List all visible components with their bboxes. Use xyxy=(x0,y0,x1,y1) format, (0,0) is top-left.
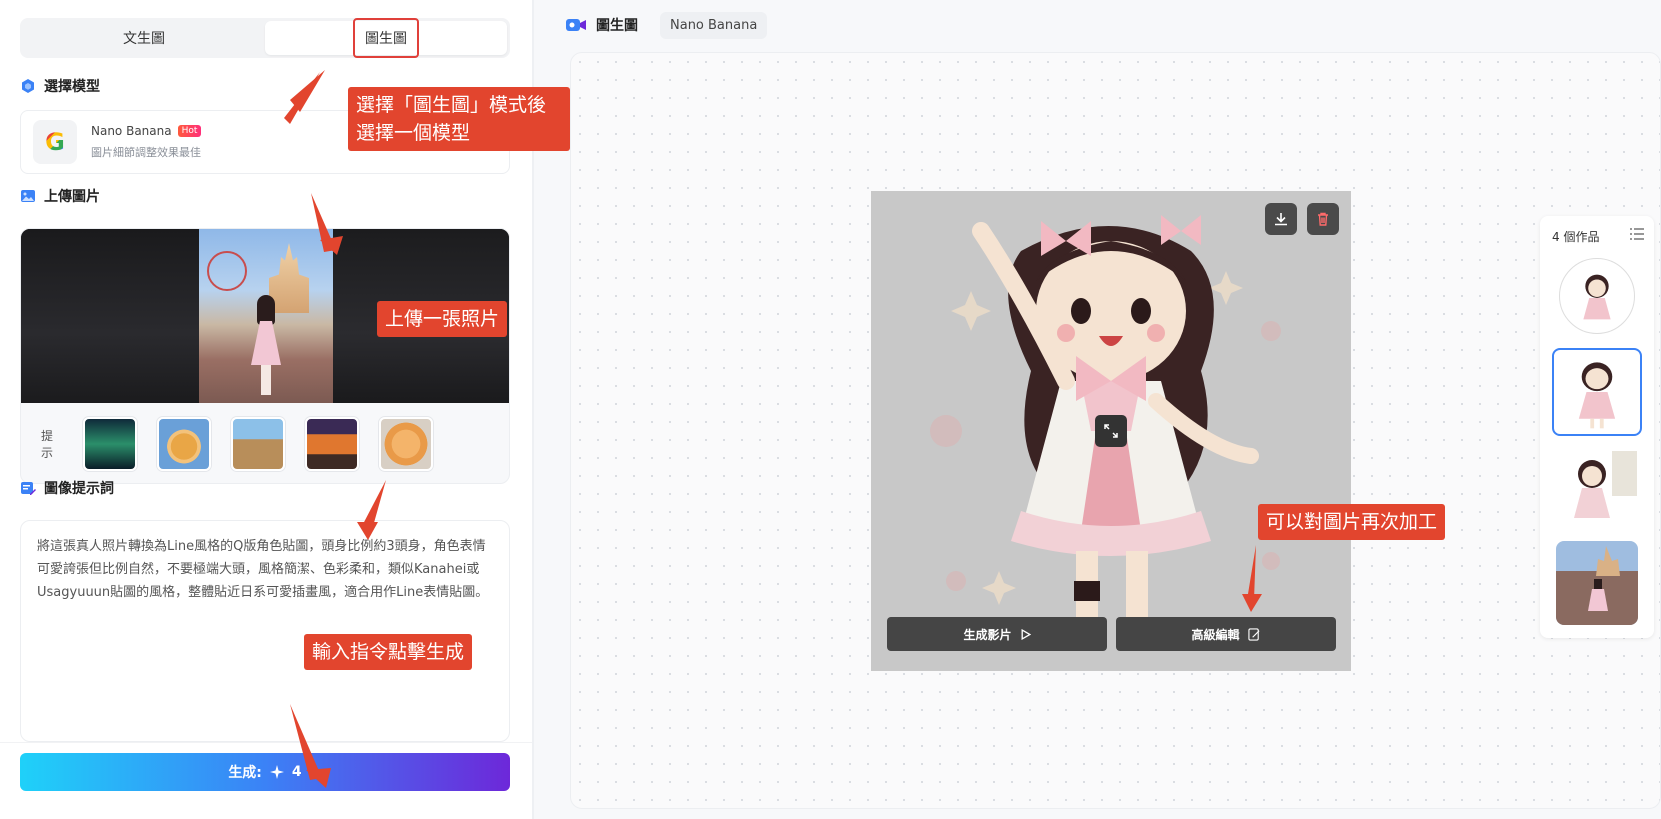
annotation-edit-again: 可以對圖片再次加工 xyxy=(1258,504,1446,540)
uploaded-photo xyxy=(199,229,333,403)
tab-text-to-image[interactable]: 文生圖 xyxy=(23,21,265,55)
work-thumb-3[interactable] xyxy=(1552,446,1642,534)
model-section-label: 選擇模型 xyxy=(44,79,100,95)
hot-badge: Hot xyxy=(177,125,202,137)
hint-thumb-aurora[interactable] xyxy=(83,417,137,471)
hint-thumb-cat[interactable] xyxy=(379,417,433,471)
model-section-title: 選擇模型 xyxy=(20,76,100,96)
generate-button[interactable]: 生成: 4 xyxy=(20,753,510,791)
hint-thumb-bear[interactable] xyxy=(157,417,211,471)
mode-switch: 文生圖 圖生圖 xyxy=(20,18,510,58)
generate-bar: 生成: 4 xyxy=(0,742,532,819)
prompt-input[interactable]: 將這張真人照片轉換為Line風格的Q版角色貼圖，頭身比例約3頭身，角色表情可愛誇… xyxy=(20,520,510,742)
ferris-wheel xyxy=(207,251,247,291)
upload-section-label: 上傳圖片 xyxy=(44,189,100,205)
works-count: 4 個作品 xyxy=(1552,230,1600,244)
generate-video-button[interactable]: 生成影片 xyxy=(887,617,1107,651)
trash-icon xyxy=(1318,212,1328,226)
prompt-section-label: 圖像提示詞 xyxy=(44,481,114,497)
advanced-edit-label: 高級編輯 xyxy=(1191,627,1240,642)
model-info: Nano Banana Hot 圖片細節調整效果最佳 xyxy=(91,124,202,160)
tab-image-to-image-label: 圖生圖 xyxy=(353,18,419,58)
prompt-text: 將這張真人照片轉換為Line風格的Q版角色貼圖，頭身比例約3頭身，角色表情可愛誇… xyxy=(37,539,489,600)
work-thumb-1[interactable] xyxy=(1559,258,1635,334)
annotation-select-model: 選擇「圖生圖」模式後選擇一個模型 xyxy=(348,87,570,151)
generate-label: 生成: xyxy=(228,765,262,781)
model-chip[interactable]: Nano Banana xyxy=(660,11,768,39)
model-name: Nano Banana Hot xyxy=(91,124,202,138)
generate-cost: 4 xyxy=(291,764,302,780)
upload-box[interactable]: 提示 xyxy=(20,228,510,484)
model-name-text: Nano Banana xyxy=(91,124,172,138)
right-panel: 圖生圖 Nano Banana 生成影片 高級編輯 xyxy=(534,0,1661,819)
result-image[interactable]: 生成影片 高級編輯 xyxy=(871,191,1351,671)
expand-icon xyxy=(1104,424,1118,438)
hint-thumb-robot[interactable] xyxy=(305,417,359,471)
sparkle-icon xyxy=(269,765,284,779)
video-camera-icon xyxy=(566,19,586,31)
prompt-icon xyxy=(21,482,36,495)
advanced-edit-button[interactable]: 高級編輯 xyxy=(1116,617,1336,651)
work-thumb-4[interactable] xyxy=(1556,541,1638,625)
page-title: 圖生圖 xyxy=(596,18,638,34)
hint-label: 提示 xyxy=(41,429,54,460)
blur-left xyxy=(21,229,199,403)
hint-row: 提示 xyxy=(21,403,509,483)
tab-image-to-image[interactable]: 圖生圖 xyxy=(265,18,507,58)
annotation-enter-prompt: 輸入指令點擊生成 xyxy=(304,634,473,670)
prompt-section-title: 圖像提示詞 xyxy=(20,478,114,498)
annotation-upload-photo: 上傳一張照片 xyxy=(377,301,508,337)
generate-video-label: 生成影片 xyxy=(963,627,1012,642)
tab-text-to-image-label: 文生圖 xyxy=(123,31,165,47)
expand-button[interactable] xyxy=(1095,415,1127,447)
model-desc: 圖片細節調整效果最佳 xyxy=(91,146,201,159)
works-panel: 4 個作品 xyxy=(1540,216,1654,638)
edit-icon xyxy=(1247,627,1260,641)
hint-thumb-bike[interactable] xyxy=(231,417,285,471)
download-button[interactable] xyxy=(1265,203,1297,235)
upload-section-title: 上傳圖片 xyxy=(20,186,100,206)
top-bar: 圖生圖 Nano Banana xyxy=(534,0,1661,50)
work-thumb-2[interactable] xyxy=(1552,348,1642,436)
download-icon xyxy=(1275,213,1287,226)
play-icon xyxy=(1021,628,1031,640)
google-logo: G xyxy=(33,120,77,164)
image-icon xyxy=(21,190,35,202)
canvas-area: 生成影片 高級編輯 xyxy=(570,52,1661,809)
list-icon[interactable] xyxy=(1630,228,1644,240)
delete-button[interactable] xyxy=(1307,203,1339,235)
girl-figure xyxy=(251,295,281,399)
model-icon xyxy=(22,79,34,93)
google-logo-letter: G xyxy=(45,128,65,156)
